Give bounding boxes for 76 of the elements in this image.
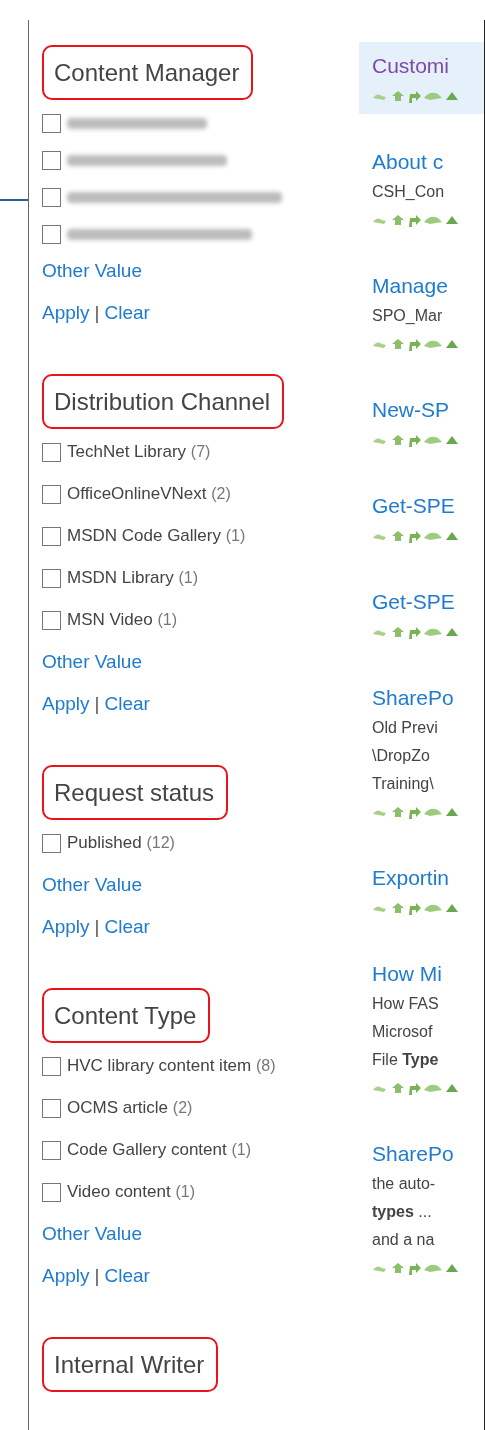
result-snippet: the auto-	[372, 1174, 436, 1194]
checkbox[interactable]	[42, 1099, 61, 1118]
checkbox[interactable]	[42, 114, 61, 133]
search-result[interactable]: Get-SPE	[359, 482, 484, 554]
apply-link[interactable]: Apply	[42, 298, 90, 328]
refiner-option[interactable]: Published (12)	[67, 828, 175, 858]
search-result[interactable]: Get-SPE	[359, 578, 484, 650]
result-title-link[interactable]: How Mi	[372, 958, 442, 990]
result-snippet: How FAS	[372, 994, 439, 1014]
refiner-option[interactable]: HVC library content item (8)	[67, 1051, 276, 1081]
other-value-link[interactable]: Other Value	[42, 256, 142, 286]
other-value-link[interactable]: Other Value	[42, 647, 142, 677]
clear-link[interactable]: Clear	[104, 298, 150, 328]
result-title-link[interactable]: Exportin	[372, 862, 450, 894]
search-result[interactable]: SharePo the auto- types ... and a na	[359, 1130, 484, 1286]
checkbox[interactable]	[42, 225, 61, 244]
checkbox[interactable]	[42, 188, 61, 207]
search-result[interactable]: How Mi How FAS Microsof File Type	[359, 950, 484, 1106]
selected-result[interactable]: Customi	[359, 42, 484, 114]
checkbox[interactable]	[42, 485, 61, 504]
checkbox[interactable]	[42, 1057, 61, 1076]
apply-link[interactable]: Apply	[42, 689, 90, 719]
search-result[interactable]: New-SP	[359, 386, 484, 458]
other-value-link[interactable]: Other Value	[42, 870, 142, 900]
result-title-link[interactable]: Get-SPE	[372, 586, 455, 618]
result-title-link[interactable]: New-SP	[372, 394, 450, 426]
refiner-option[interactable]: Code Gallery content (1)	[67, 1135, 251, 1165]
result-snippet: SPO_Mar	[372, 306, 443, 326]
result-snippet: types ...	[372, 1202, 432, 1222]
search-result[interactable]: About c CSH_Con	[359, 138, 484, 238]
checkbox[interactable]	[42, 569, 61, 588]
separator: |	[94, 692, 100, 716]
checkbox[interactable]	[42, 443, 61, 462]
separator: |	[94, 301, 100, 325]
refiner-option[interactable]: MSN Video (1)	[67, 605, 177, 635]
refiner-option[interactable]: TechNet Library (7)	[67, 437, 211, 467]
search-result[interactable]: SharePo Old Previ \DropZo Training\	[359, 674, 484, 830]
result-title-link[interactable]: Get-SPE	[372, 490, 455, 522]
checkbox[interactable]	[42, 611, 61, 630]
separator: |	[94, 915, 100, 939]
apply-link[interactable]: Apply	[42, 912, 90, 942]
refiner-heading: Content Manager	[42, 45, 254, 100]
refiner-heading: Request status	[42, 765, 229, 820]
checkbox[interactable]	[42, 151, 61, 170]
result-snippet: and a na	[372, 1230, 435, 1250]
result-snippet: Old Previ	[372, 718, 438, 738]
search-result[interactable]: Exportin	[359, 854, 484, 926]
checkbox[interactable]	[42, 1183, 61, 1202]
refiner-heading: Content Type	[42, 988, 211, 1043]
checkbox[interactable]	[42, 527, 61, 546]
result-snippet: File Type	[372, 1050, 439, 1070]
refiner-option[interactable]: MSDN Code Gallery (1)	[67, 521, 246, 551]
result-snippet: Microsof	[372, 1022, 433, 1042]
result-title-link[interactable]: SharePo	[372, 682, 454, 714]
separator: |	[94, 1264, 100, 1288]
checkbox[interactable]	[42, 834, 61, 853]
clear-link[interactable]: Clear	[104, 912, 150, 942]
checkbox[interactable]	[42, 1141, 61, 1160]
result-title-link[interactable]: Manage	[372, 270, 448, 302]
refiner-heading: Distribution Channel	[42, 374, 285, 429]
search-result[interactable]: Manage SPO_Mar	[359, 262, 484, 362]
refiner-option[interactable]: MSDN Library (1)	[67, 563, 199, 593]
refiner-option[interactable]: Video content (1)	[67, 1177, 195, 1207]
refiner-heading: Internal Writer	[42, 1337, 219, 1392]
result-snippet: \DropZo	[372, 746, 430, 766]
result-title-link[interactable]: About c	[372, 146, 444, 178]
refiner-option[interactable]: OCMS article (2)	[67, 1093, 193, 1123]
result-snippet: Training\	[372, 774, 434, 794]
result-snippet: CSH_Con	[372, 182, 445, 202]
apply-link[interactable]: Apply	[42, 1261, 90, 1291]
result-title-link[interactable]: Customi	[372, 50, 450, 82]
other-value-link[interactable]: Other Value	[42, 1219, 142, 1249]
result-title-link[interactable]: SharePo	[372, 1138, 454, 1170]
clear-link[interactable]: Clear	[104, 689, 150, 719]
refiner-option[interactable]: OfficeOnlineVNext (2)	[67, 479, 231, 509]
clear-link[interactable]: Clear	[104, 1261, 150, 1291]
